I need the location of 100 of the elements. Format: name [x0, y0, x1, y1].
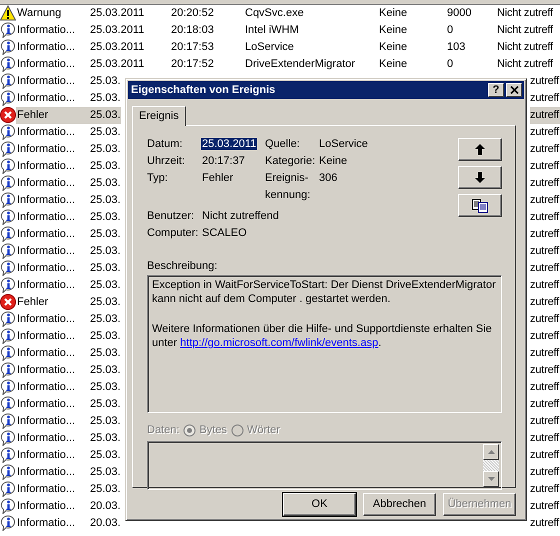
- warning-icon: [0, 5, 16, 21]
- table-cell[interactable]: Informatio...: [16, 328, 90, 345]
- table-cell-text: zutreff: [530, 210, 560, 225]
- info-icon: [0, 362, 16, 378]
- table-cell-text: Nicht zutreff: [497, 40, 553, 55]
- info-icon: [0, 56, 16, 72]
- table-cell[interactable]: Informatio...: [16, 447, 90, 464]
- table-cell[interactable]: Informatio...: [16, 379, 90, 396]
- table-cell-text: zutreff: [530, 125, 560, 140]
- cancel-button[interactable]: Abbrechen: [363, 493, 436, 516]
- close-button[interactable]: [506, 83, 522, 97]
- table-cell[interactable]: Informatio...: [16, 39, 90, 56]
- table-cell-text: zutreff: [530, 448, 560, 463]
- info-icon: [0, 396, 16, 412]
- previous-button[interactable]: [458, 138, 502, 161]
- info-icon: [0, 209, 16, 225]
- info-icon: [0, 447, 16, 463]
- scrollbar[interactable]: [483, 444, 499, 487]
- table-cell[interactable]: Informatio...: [16, 90, 90, 107]
- table-cell-text: 25.03.: [90, 125, 121, 140]
- table-cell[interactable]: Informatio...: [16, 430, 90, 447]
- table-cell[interactable]: Fehler: [16, 294, 90, 311]
- table-cell[interactable]: Informatio...: [16, 124, 90, 141]
- table-cell-text: 25.03.: [90, 176, 121, 191]
- table-cell-text: zutreff: [530, 499, 560, 514]
- table-cell[interactable]: Informatio...: [16, 498, 90, 515]
- table-cell-text: 25.03.: [90, 142, 121, 157]
- table-cell[interactable]: Informatio...: [16, 345, 90, 362]
- table-cell-text: 25.03.: [90, 380, 121, 395]
- info-icon: [0, 124, 16, 140]
- info-icon: [0, 141, 16, 157]
- table-cell[interactable]: Informatio...: [16, 73, 90, 90]
- table-cell-text: 25.03.: [90, 329, 121, 344]
- field-label: Benutzer:: [147, 209, 196, 224]
- table-cell[interactable]: Informatio...: [16, 277, 90, 294]
- radio-label: Bytes: [199, 423, 227, 438]
- table-cell[interactable]: Informatio...: [16, 175, 90, 192]
- table-cell[interactable]: Informatio...: [16, 362, 90, 379]
- table-cell[interactable]: Informatio...: [16, 141, 90, 158]
- table-cell[interactable]: Informatio...: [16, 243, 90, 260]
- table-cell-text: zutreff: [530, 193, 560, 208]
- table-cell-text: CqvSvc.exe: [245, 6, 305, 21]
- table-cell: 25.03.: [90, 107, 121, 124]
- tab[interactable]: Ereignis: [132, 106, 186, 126]
- description-text: Weitere Informationen über die Hilfe- und Supportdienste erhalten Sie unter http://go.microsoft.com/fwlink/events.asp.: [152, 322, 493, 350]
- table-cell[interactable]: Informatio...: [16, 209, 90, 226]
- table-cell-text: 25.03.: [90, 431, 121, 446]
- table-cell-text: 25.03.: [90, 74, 121, 89]
- table-cell[interactable]: Informatio...: [16, 22, 90, 39]
- table-cell-text: zutreff: [530, 159, 560, 174]
- help-link[interactable]: http://go.microsoft.com/fwlink/events.asp: [180, 337, 378, 349]
- table-cell-text: Intel iWHM: [245, 23, 300, 38]
- help-button[interactable]: ?: [488, 83, 504, 97]
- table-cell-text: 25.03.: [90, 414, 121, 429]
- table-cell[interactable]: Informatio...: [16, 481, 90, 498]
- table-cell-text: zutreff: [530, 244, 560, 259]
- table-cell[interactable]: Informatio...: [16, 413, 90, 430]
- next-button[interactable]: [458, 166, 502, 189]
- error-icon: [0, 294, 16, 310]
- field-label: Computer:: [147, 226, 200, 241]
- table-cell[interactable]: Informatio...: [16, 464, 90, 481]
- table-cell-text: Keine: [379, 23, 408, 38]
- table-cell-text: 25.03.: [90, 278, 121, 293]
- field-value: LoService: [319, 137, 369, 152]
- copy-icon: [472, 198, 488, 212]
- info-icon: [0, 328, 16, 344]
- table-cell-text: 20:17:53: [171, 40, 215, 55]
- description-label: Beschreibung:: [147, 259, 218, 274]
- table-cell[interactable]: Informatio...: [16, 260, 90, 277]
- table-cell-text: zutreff: [530, 329, 560, 344]
- table-cell[interactable]: Informatio...: [16, 192, 90, 209]
- scroll-down-icon: [488, 477, 494, 481]
- table-cell-text: zutreff: [530, 261, 560, 276]
- table-cell[interactable]: Informatio...: [16, 226, 90, 243]
- info-icon: [0, 430, 16, 446]
- table-cell-text: 25.03.2011: [90, 23, 146, 38]
- table-cell[interactable]: Informatio...: [16, 158, 90, 175]
- field-value: 306: [319, 171, 338, 186]
- table-cell-text: Keine: [379, 57, 408, 72]
- info-icon: [0, 260, 16, 276]
- copy-button[interactable]: [458, 194, 502, 217]
- table-cell-text: Nicht zutreff: [497, 6, 553, 21]
- table-cell[interactable]: Informatio...: [16, 56, 90, 73]
- table-cell-text: Nicht zutreff: [497, 23, 553, 38]
- info-icon: [0, 73, 16, 89]
- table-cell[interactable]: Informatio...: [16, 311, 90, 328]
- table-cell-text: zutreff: [530, 312, 560, 327]
- table-cell[interactable]: Fehler: [16, 107, 90, 124]
- description-text: Exception in WaitForServiceToStart: Der Dienst DriveExtenderMigrator kann nicht auf dem Computer . gestartet werden.: [152, 278, 497, 306]
- info-icon: [0, 481, 16, 497]
- ok-button[interactable]: OK: [283, 493, 356, 516]
- table-cell-text: 25.03.2011: [90, 40, 146, 55]
- table-cell[interactable]: Informatio...: [16, 515, 90, 532]
- table-cell[interactable]: Warnung: [16, 5, 90, 22]
- info-icon: [0, 379, 16, 395]
- table-cell[interactable]: Informatio...: [16, 396, 90, 413]
- table-cell-text: 25.03.: [90, 159, 121, 174]
- table-cell: zutreff: [530, 107, 560, 124]
- field-label: Kategorie:: [265, 154, 316, 169]
- close-icon: [510, 86, 518, 94]
